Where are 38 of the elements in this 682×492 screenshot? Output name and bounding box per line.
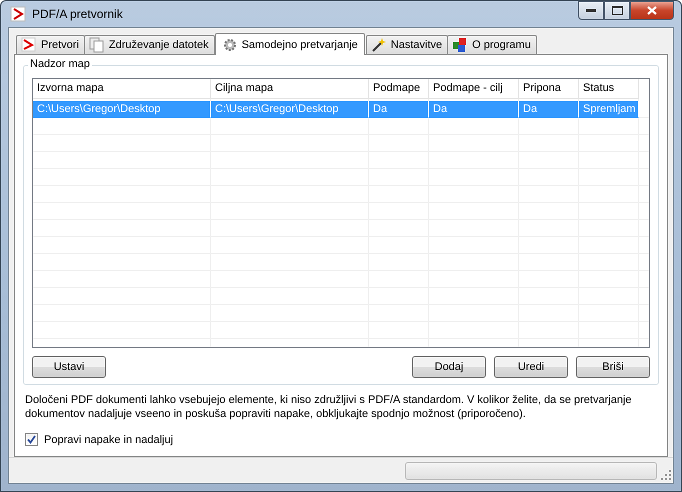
column-header[interactable]: Pripona bbox=[519, 79, 579, 99]
table-cell: C:\Users\Gregor\Desktop bbox=[33, 101, 211, 118]
magic-wand-icon bbox=[370, 37, 387, 53]
tab[interactable]: Združevanje datotek bbox=[84, 35, 215, 54]
table-cell: Da bbox=[519, 101, 579, 118]
column-header[interactable]: Ciljna mapa bbox=[211, 79, 369, 99]
action-button[interactable]: Dodaj bbox=[412, 356, 486, 378]
gear-icon bbox=[222, 36, 238, 52]
table-cell: Spremljam bbox=[579, 101, 639, 118]
checkbox-label: Popravi napake in nadaljuj bbox=[44, 434, 174, 446]
pdf-icon bbox=[10, 6, 26, 22]
maximize-button[interactable] bbox=[604, 1, 630, 20]
close-icon bbox=[647, 6, 657, 15]
action-button[interactable]: Briši bbox=[576, 356, 650, 378]
tab[interactable]: Nastavitve bbox=[366, 35, 448, 54]
column-header[interactable]: Podmape bbox=[369, 79, 429, 99]
column-header[interactable]: Izvorna mapa bbox=[33, 79, 211, 99]
tab[interactable]: O programu bbox=[447, 35, 537, 54]
minimize-icon bbox=[586, 8, 596, 12]
tab[interactable]: Samodejno pretvarjanje bbox=[214, 33, 365, 55]
tab[interactable]: Pretvori bbox=[16, 35, 85, 54]
window-title: PDF/A pretvornik bbox=[32, 7, 124, 21]
minimize-button[interactable] bbox=[578, 1, 604, 20]
maximize-icon bbox=[612, 6, 622, 15]
table-cell: Da bbox=[369, 101, 429, 118]
cubes-icon bbox=[452, 37, 468, 53]
table-cell: Da bbox=[429, 101, 519, 118]
action-button[interactable]: Ustavi bbox=[32, 356, 106, 378]
column-header[interactable]: Podmape - cilj bbox=[429, 79, 519, 99]
checkbox[interactable] bbox=[25, 433, 38, 446]
group-title: Nadzor map bbox=[28, 58, 92, 70]
table-cell: C:\Users\Gregor\Desktop bbox=[211, 101, 369, 118]
column-header[interactable]: Status bbox=[579, 79, 639, 99]
info-text: Določeni PDF dokumenti lahko vsebujejo elemente, ki niso združljivi s PDF/A standardom. V kolikor želite, da se pretvarjanje dokumentov nadaljuje vseeno in poskuša popraviti napake, obkljukajte spodnjo možnost (priporočeno). bbox=[25, 393, 633, 421]
action-button[interactable]: Uredi bbox=[494, 356, 568, 378]
pdf-icon bbox=[21, 37, 37, 53]
close-button[interactable] bbox=[630, 1, 674, 20]
resize-grip-icon bbox=[661, 470, 671, 480]
